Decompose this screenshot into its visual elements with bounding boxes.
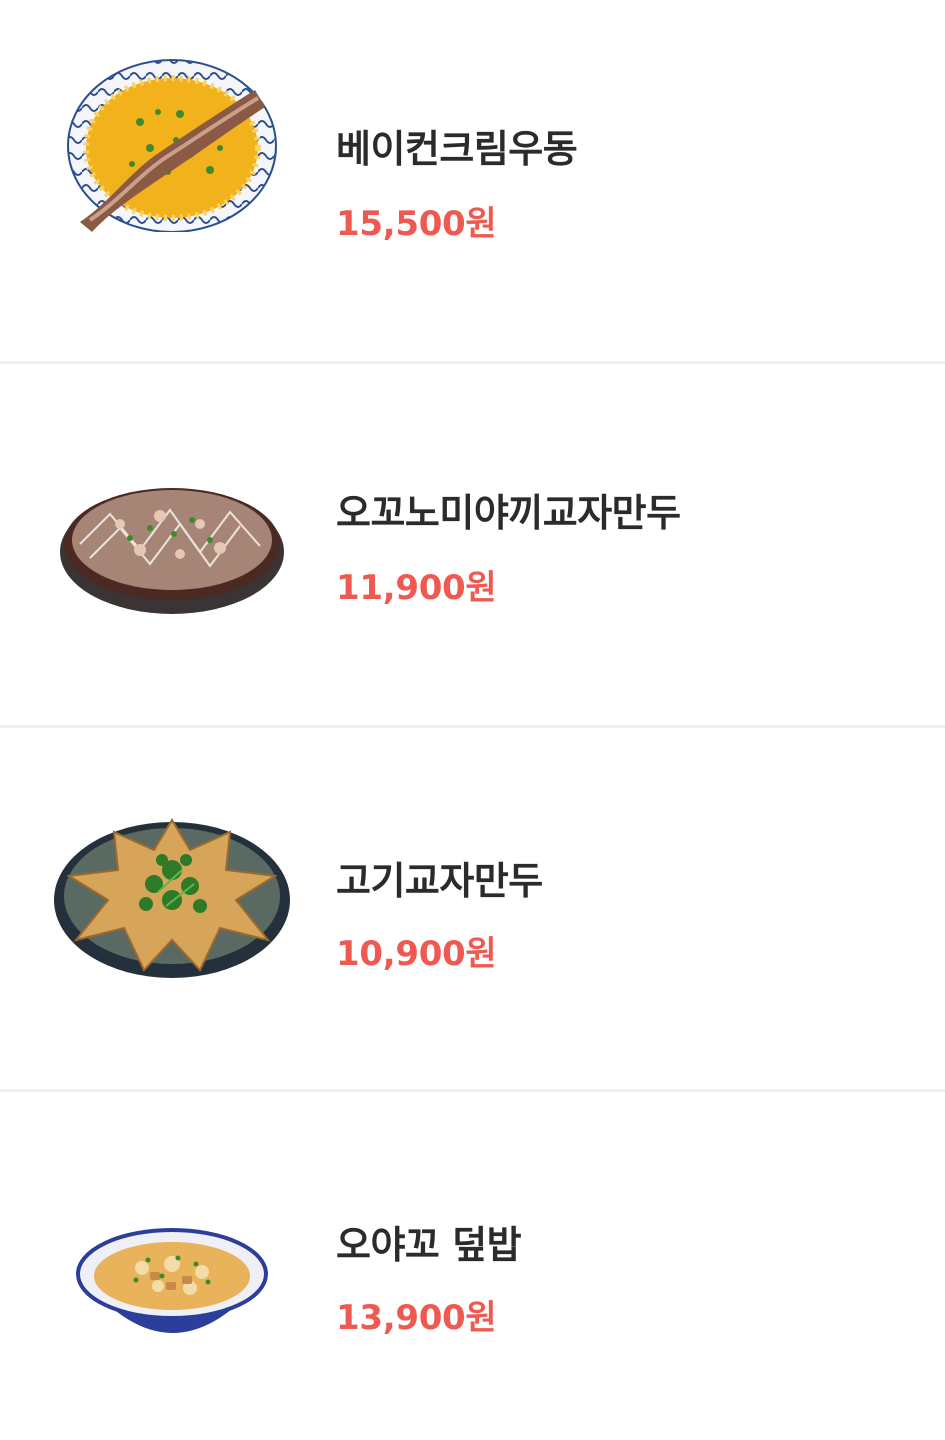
menu-item-price: 13,900원 [336, 1298, 497, 1338]
okonomiyaki-gyoza-photo [50, 454, 295, 634]
menu-item-meat-gyoza[interactable]: 고기교자만두 10,900원 [0, 728, 945, 1092]
menu-item-oyako-donburi[interactable]: 오야꼬 덮밥 13,900원 [0, 1092, 945, 1440]
meat-gyoza-photo [50, 800, 295, 980]
bacon-cream-udon-photo [50, 52, 295, 232]
menu-item-name: 고기교자만두 [336, 859, 543, 903]
menu-item-price: 11,900원 [336, 568, 497, 608]
menu-item-price: 15,500원 [336, 204, 497, 244]
menu-item-name: 오야꼬 덮밥 [336, 1223, 522, 1267]
menu-item-price: 10,900원 [336, 934, 497, 974]
menu-list: 베이컨크림우동 15,500원 오꼬노미야끼교자만두 11,900원 고기교자만… [0, 0, 945, 1440]
menu-item-name: 오꼬노미야끼교자만두 [336, 491, 681, 535]
oyako-donburi-photo [50, 1202, 295, 1382]
menu-item-bacon-cream-udon[interactable]: 베이컨크림우동 15,500원 [0, 0, 945, 364]
menu-item-name: 베이컨크림우동 [336, 127, 578, 171]
menu-item-okonomiyaki-gyoza[interactable]: 오꼬노미야끼교자만두 11,900원 [0, 364, 945, 728]
